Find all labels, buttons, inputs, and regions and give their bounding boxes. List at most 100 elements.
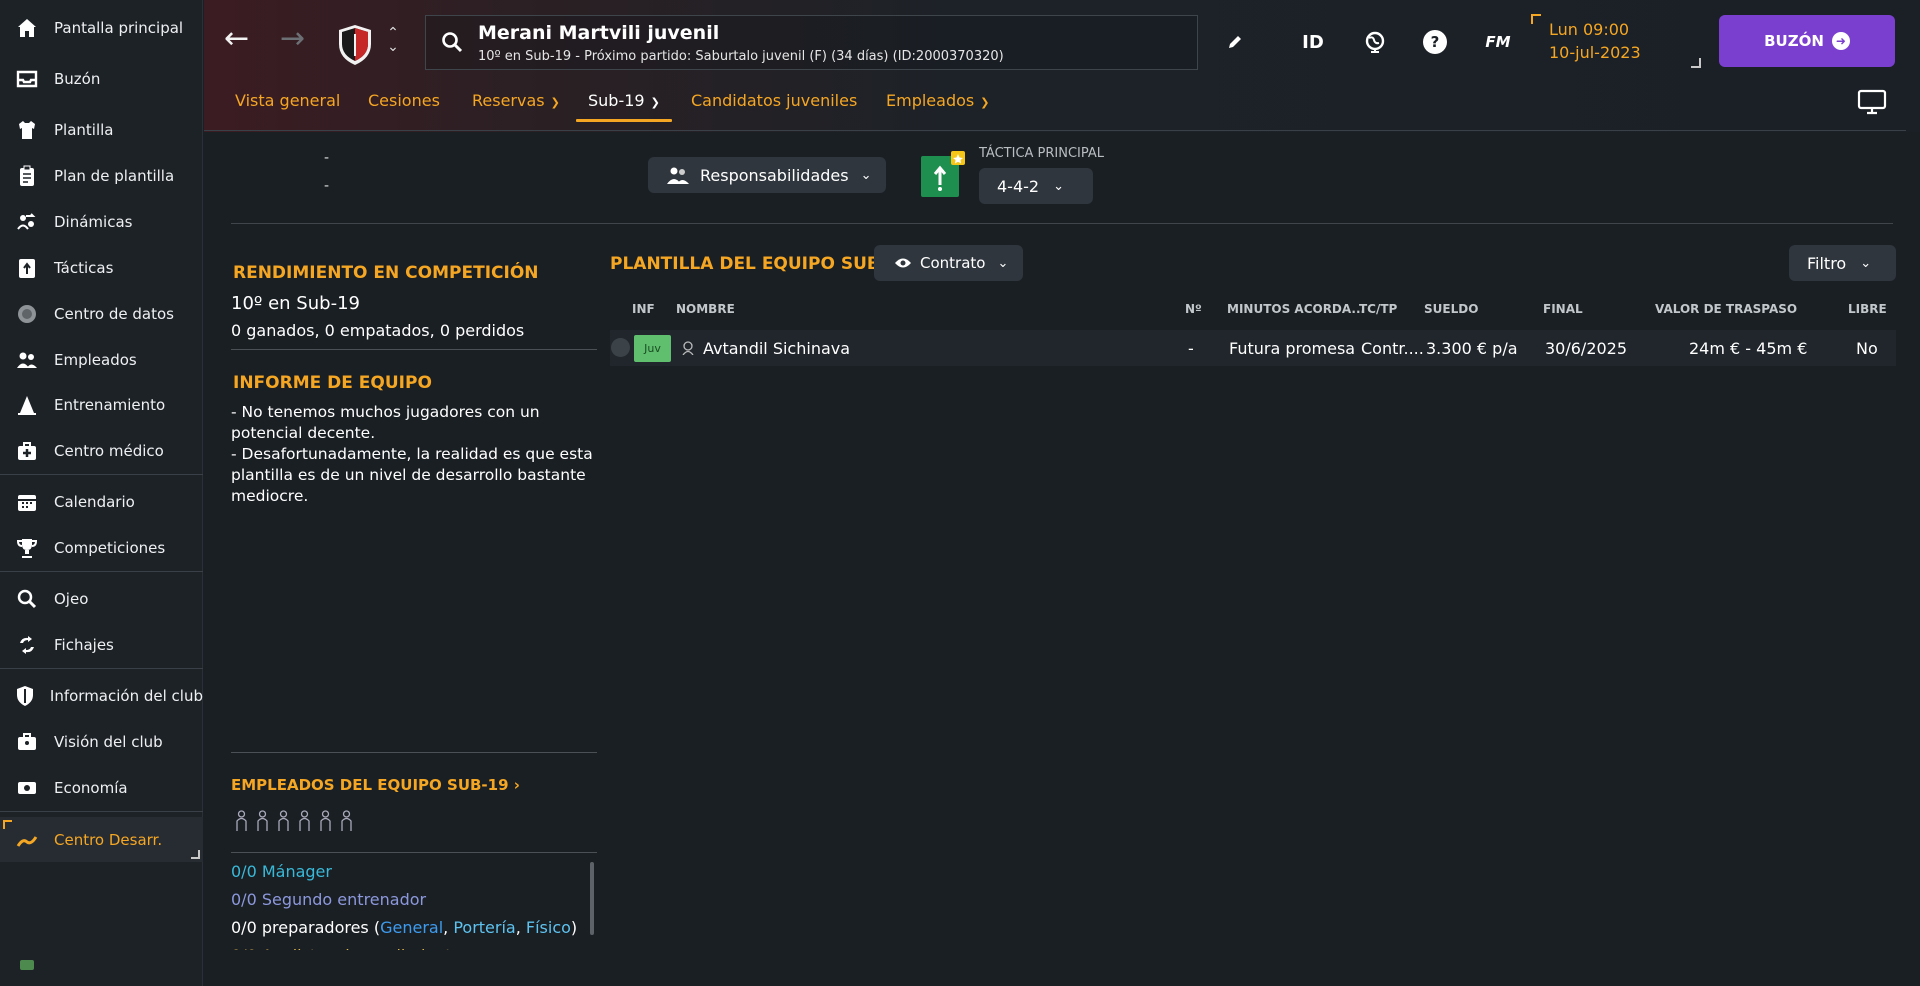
column-header-free[interactable]: LIBRE: [1848, 302, 1887, 316]
team-report-line: - Desafortunadamente, la realidad es que…: [231, 445, 593, 505]
column-header-transfer-value[interactable]: VALOR DE TRASPASO: [1655, 302, 1797, 316]
sidebar-divider: [0, 668, 203, 669]
sidebar-item-label: Empleados: [54, 351, 137, 369]
tab-reserves[interactable]: Reservas ❯: [472, 91, 560, 110]
view-selector-dropdown[interactable]: Contrato ⌄: [874, 245, 1023, 281]
date-corner: [1531, 14, 1541, 24]
sidebar-item-scouting[interactable]: Ojeo: [0, 577, 203, 621]
responsibilities-dropdown[interactable]: Responsabilidades ⌄: [648, 157, 886, 193]
medical-kit-icon: [0, 439, 54, 463]
forward-arrow-icon[interactable]: →: [280, 24, 305, 54]
tab-overview[interactable]: Vista general: [235, 91, 340, 110]
tactics-board-icon[interactable]: [921, 151, 965, 197]
staff-coaches-count: 0/0 preparadores (General, Portería, Fís…: [231, 914, 591, 942]
tab-label: Sub-19: [588, 91, 645, 110]
sidebar-item-development-centre[interactable]: Centro Desarr.: [0, 817, 203, 862]
sidebar-divider: [0, 571, 203, 572]
back-arrow-icon[interactable]: ←: [224, 24, 249, 54]
sidebar-item-tactics[interactable]: Tácticas: [0, 246, 203, 290]
sidebar-item-label: Competiciones: [54, 539, 166, 557]
sidebar-item-transfers[interactable]: Fichajes: [0, 623, 203, 667]
sidebar-item-medical[interactable]: Centro médico: [0, 429, 203, 473]
staff-analysts-count[interactable]: 0/0 Analistas de rendimiento: [231, 942, 591, 950]
sidebar-item-calendar[interactable]: Calendario: [0, 480, 203, 524]
player-agreed-minutes: Futura promesa: [1229, 339, 1356, 358]
chevron-down-icon: ❯: [980, 96, 990, 109]
club-switch-chevrons-icon[interactable]: ⌃ ⌄: [385, 26, 401, 60]
sidebar-item-label: Plantilla: [54, 121, 114, 139]
club-title: Merani Martvili juvenil: [478, 22, 720, 44]
team-report-title: INFORME DE EQUIPO: [233, 373, 432, 393]
sidebar-item-club-vision[interactable]: Visión del club: [0, 720, 203, 764]
sidebar-item-dynamics[interactable]: Dinámicas: [0, 200, 203, 244]
sidebar-item-label: Centro de datos: [54, 305, 174, 323]
staff-list[interactable]: 0/0 Mánager 0/0 Segundo entrenador 0/0 p…: [231, 858, 591, 950]
id-icon[interactable]: ID: [1297, 28, 1329, 56]
tab-label: Vista general: [235, 91, 341, 110]
coach-general-link[interactable]: General: [380, 918, 443, 937]
main-tactic-label: TÁCTICA PRINCIPAL: [979, 146, 1105, 161]
globe-icon[interactable]: [1360, 28, 1390, 56]
chevron-down-icon: ❯: [650, 96, 660, 109]
club-search-box[interactable]: Merani Martvili juvenil 10º en Sub-19 - …: [425, 15, 1198, 70]
sidebar-item-competitions[interactable]: Competiciones: [0, 526, 203, 570]
help-icon[interactable]: ?: [1420, 28, 1450, 56]
column-header-wage[interactable]: SUELDO: [1424, 302, 1478, 316]
column-header-inf[interactable]: INF: [632, 302, 655, 316]
row-select-checkbox[interactable]: [611, 338, 630, 357]
sidebar-item-squad-plan[interactable]: Plan de plantilla: [0, 154, 203, 198]
player-free-status: No: [1856, 339, 1878, 358]
sidebar-item-training[interactable]: Entrenamiento: [0, 383, 203, 427]
column-header-name[interactable]: NOMBRE: [676, 302, 735, 316]
staff-assistant-count[interactable]: 0/0 Segundo entrenador: [231, 886, 591, 914]
chevron-down-icon: ⌄: [997, 255, 1009, 271]
column-header-contract-end[interactable]: FINAL: [1543, 302, 1583, 316]
people-icon: [667, 167, 689, 184]
view-selector-label: Contrato: [920, 254, 986, 272]
tab-staff[interactable]: Empleados ❯: [886, 91, 989, 110]
column-header-tc-tp[interactable]: TC/TP: [1359, 302, 1397, 316]
tab-youth-candidates[interactable]: Candidatos juveniles: [691, 91, 857, 110]
inbox-continue-button[interactable]: BUZÓN ➜: [1719, 15, 1895, 67]
youth-badge: Juv: [634, 335, 671, 362]
coach-goalkeeping-link[interactable]: Portería: [453, 918, 515, 937]
pencil-icon[interactable]: [1222, 28, 1248, 56]
chevron-down-icon: ⌄: [1860, 255, 1872, 271]
sidebar-item-label: Centro Desarr.: [54, 830, 163, 849]
staff-list-scrollbar[interactable]: [590, 862, 594, 935]
formation-dropdown[interactable]: 4-4-2 ⌄: [979, 168, 1093, 204]
league-position: 10º en Sub-19: [231, 293, 360, 314]
filter-label: Filtro: [1807, 253, 1847, 273]
sidebar-item-staff[interactable]: Empleados: [0, 338, 203, 382]
column-header-agreed-minutes[interactable]: MINUTOS ACORDA...: [1227, 302, 1365, 316]
sidebar-item-data-centre[interactable]: Centro de datos: [0, 292, 203, 336]
game-date-box[interactable]: Lun 09:00 10-jul-2023: [1531, 14, 1701, 68]
team-report-line: - No tenemos muchos jugadores con un pot…: [231, 403, 540, 442]
player-name-link[interactable]: Avtandil Sichinava: [703, 339, 850, 358]
u19-squad-title: PLANTILLA DEL EQUIPO SUB-19: [610, 254, 911, 274]
tab-label: Candidatos juveniles: [691, 91, 858, 110]
placeholder-dash: -: [324, 150, 330, 166]
u19-staff-link[interactable]: EMPLEADOS DEL EQUIPO SUB-19 ›: [231, 776, 520, 794]
tab-label: Empleados: [886, 91, 975, 110]
sidebar-item-home[interactable]: Pantalla principal: [0, 6, 203, 50]
filter-dropdown[interactable]: Filtro ⌄: [1789, 245, 1896, 281]
club-badge-icon[interactable]: [338, 24, 372, 66]
sidebar-item-inbox[interactable]: Buzón: [0, 57, 203, 101]
chevron-down-icon: ⌄: [1053, 178, 1064, 194]
tab-loans[interactable]: Cesiones: [368, 91, 440, 110]
column-header-number[interactable]: Nº: [1185, 302, 1202, 316]
svg-text:?: ?: [1431, 33, 1440, 51]
staff-manager-count[interactable]: 0/0 Mánager: [231, 858, 591, 886]
data-centre-icon: [0, 302, 54, 326]
fm-logo-icon[interactable]: FM: [1480, 28, 1516, 56]
sidebar-item-squad[interactable]: Plantilla: [0, 108, 203, 152]
tab-u19[interactable]: Sub-19 ❯: [588, 91, 660, 110]
sidebar-item-club-info[interactable]: Información del club: [0, 674, 203, 718]
money-note-icon[interactable]: [20, 960, 34, 970]
monitor-icon[interactable]: [1857, 89, 1887, 115]
sidebar-item-finances[interactable]: Economía: [0, 766, 203, 810]
sidebar: Pantalla principal Buzón Plantilla Plan …: [0, 0, 203, 986]
coach-fitness-link[interactable]: Físico: [526, 918, 571, 937]
transfers-icon: [0, 633, 54, 657]
